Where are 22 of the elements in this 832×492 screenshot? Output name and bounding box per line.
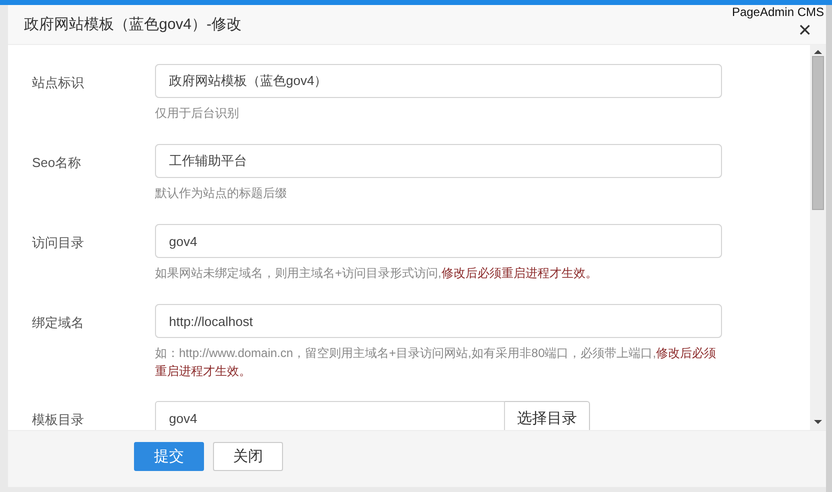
hint-text: 默认作为站点的标题后缀 [155,185,288,202]
dialog-title: 政府网站模板（蓝色gov4）-修改 [24,15,242,34]
close-dialog-button[interactable]: 关闭 [213,442,283,471]
input-field[interactable]: http://localhost [155,304,722,338]
input-field[interactable]: 政府网站模板（蓝色gov4） [155,64,722,98]
brand-text: PageAdmin CMS [732,5,824,19]
field-label: 模板目录 [32,411,85,427]
scroll-down-icon[interactable] [814,420,822,424]
field-label: 站点标识 [32,74,85,90]
scrollbar-thumb[interactable] [812,56,824,210]
field-label: 绑定域名 [32,314,85,330]
input-field[interactable]: gov4 [155,224,722,258]
hint-text: 如果网站未绑定域名，则用主域名+访问目录形式访问,修改后必须重启进程才生效。 [155,265,598,282]
input-field[interactable]: gov4 [155,401,505,430]
hint-text: 仅用于后台识别 [155,105,240,122]
hint-text: 如：http://www.domain.cn，留空则用主域名+目录访问网站,如有采用非80端口，必须带上端口,修改后必须重启进程才生效。 [155,345,718,380]
field-label: Seo名称 [32,154,82,170]
select-directory-button[interactable]: 选择目录 [505,401,590,430]
field-label: 访问目录 [32,234,85,250]
input-field[interactable]: 工作辅助平台 [155,144,722,178]
submit-button[interactable]: 提交 [134,442,204,471]
scrollbar[interactable] [810,45,826,430]
